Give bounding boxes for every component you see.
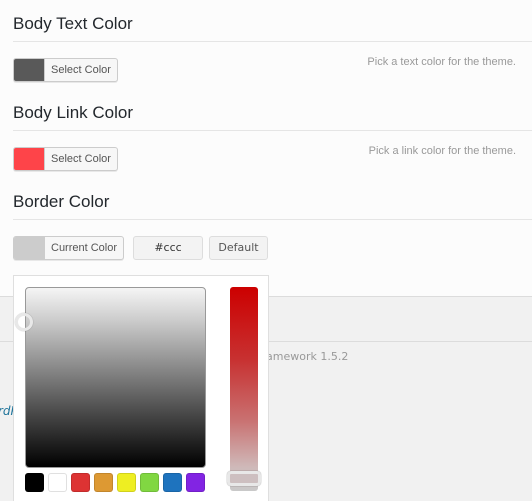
section-title-body-link-color: Body Link Color [13, 103, 134, 122]
palette-swatch-blue[interactable] [163, 473, 182, 492]
color-swatch [14, 237, 45, 259]
framework-version-text: amework 1.5.2 [266, 350, 349, 363]
palette-swatch-orange[interactable] [94, 473, 113, 492]
body-text-color-description: Pick a text color for the theme. [367, 56, 516, 68]
body-link-color-button[interactable]: Select Color [13, 147, 118, 171]
palette [25, 473, 205, 492]
section-title-border-color: Border Color [13, 192, 110, 211]
divider [13, 41, 532, 42]
button-label: Select Color [51, 153, 111, 165]
hue-slider-handle[interactable] [227, 471, 261, 486]
divider [13, 130, 532, 131]
button-label: Select Color [51, 64, 111, 76]
hue-slider[interactable] [230, 287, 258, 491]
button-label: Current Color [51, 242, 118, 254]
color-swatch [14, 59, 45, 81]
saturation-value-handle[interactable] [15, 313, 33, 331]
border-color-current-button[interactable]: Current Color [13, 236, 125, 260]
divider [13, 219, 532, 220]
palette-swatch-green[interactable] [140, 473, 159, 492]
palette-swatch-red[interactable] [71, 473, 90, 492]
palette-swatch-black[interactable] [25, 473, 44, 492]
saturation-value-square[interactable] [25, 287, 206, 468]
default-button[interactable]: Default [209, 236, 268, 260]
color-picker-popup [13, 275, 269, 501]
section-title-body-text-color: Body Text Color [13, 14, 133, 33]
palette-swatch-purple[interactable] [186, 473, 205, 492]
palette-swatch-white[interactable] [48, 473, 67, 492]
color-swatch [14, 148, 45, 170]
hex-color-input[interactable]: #ccc [133, 236, 203, 260]
body-link-color-description: Pick a link color for the theme. [368, 145, 516, 157]
options-panel: Body Text Color Select Color Pick a text… [0, 0, 532, 297]
body-text-color-button[interactable]: Select Color [13, 58, 118, 82]
palette-swatch-yellow[interactable] [117, 473, 136, 492]
